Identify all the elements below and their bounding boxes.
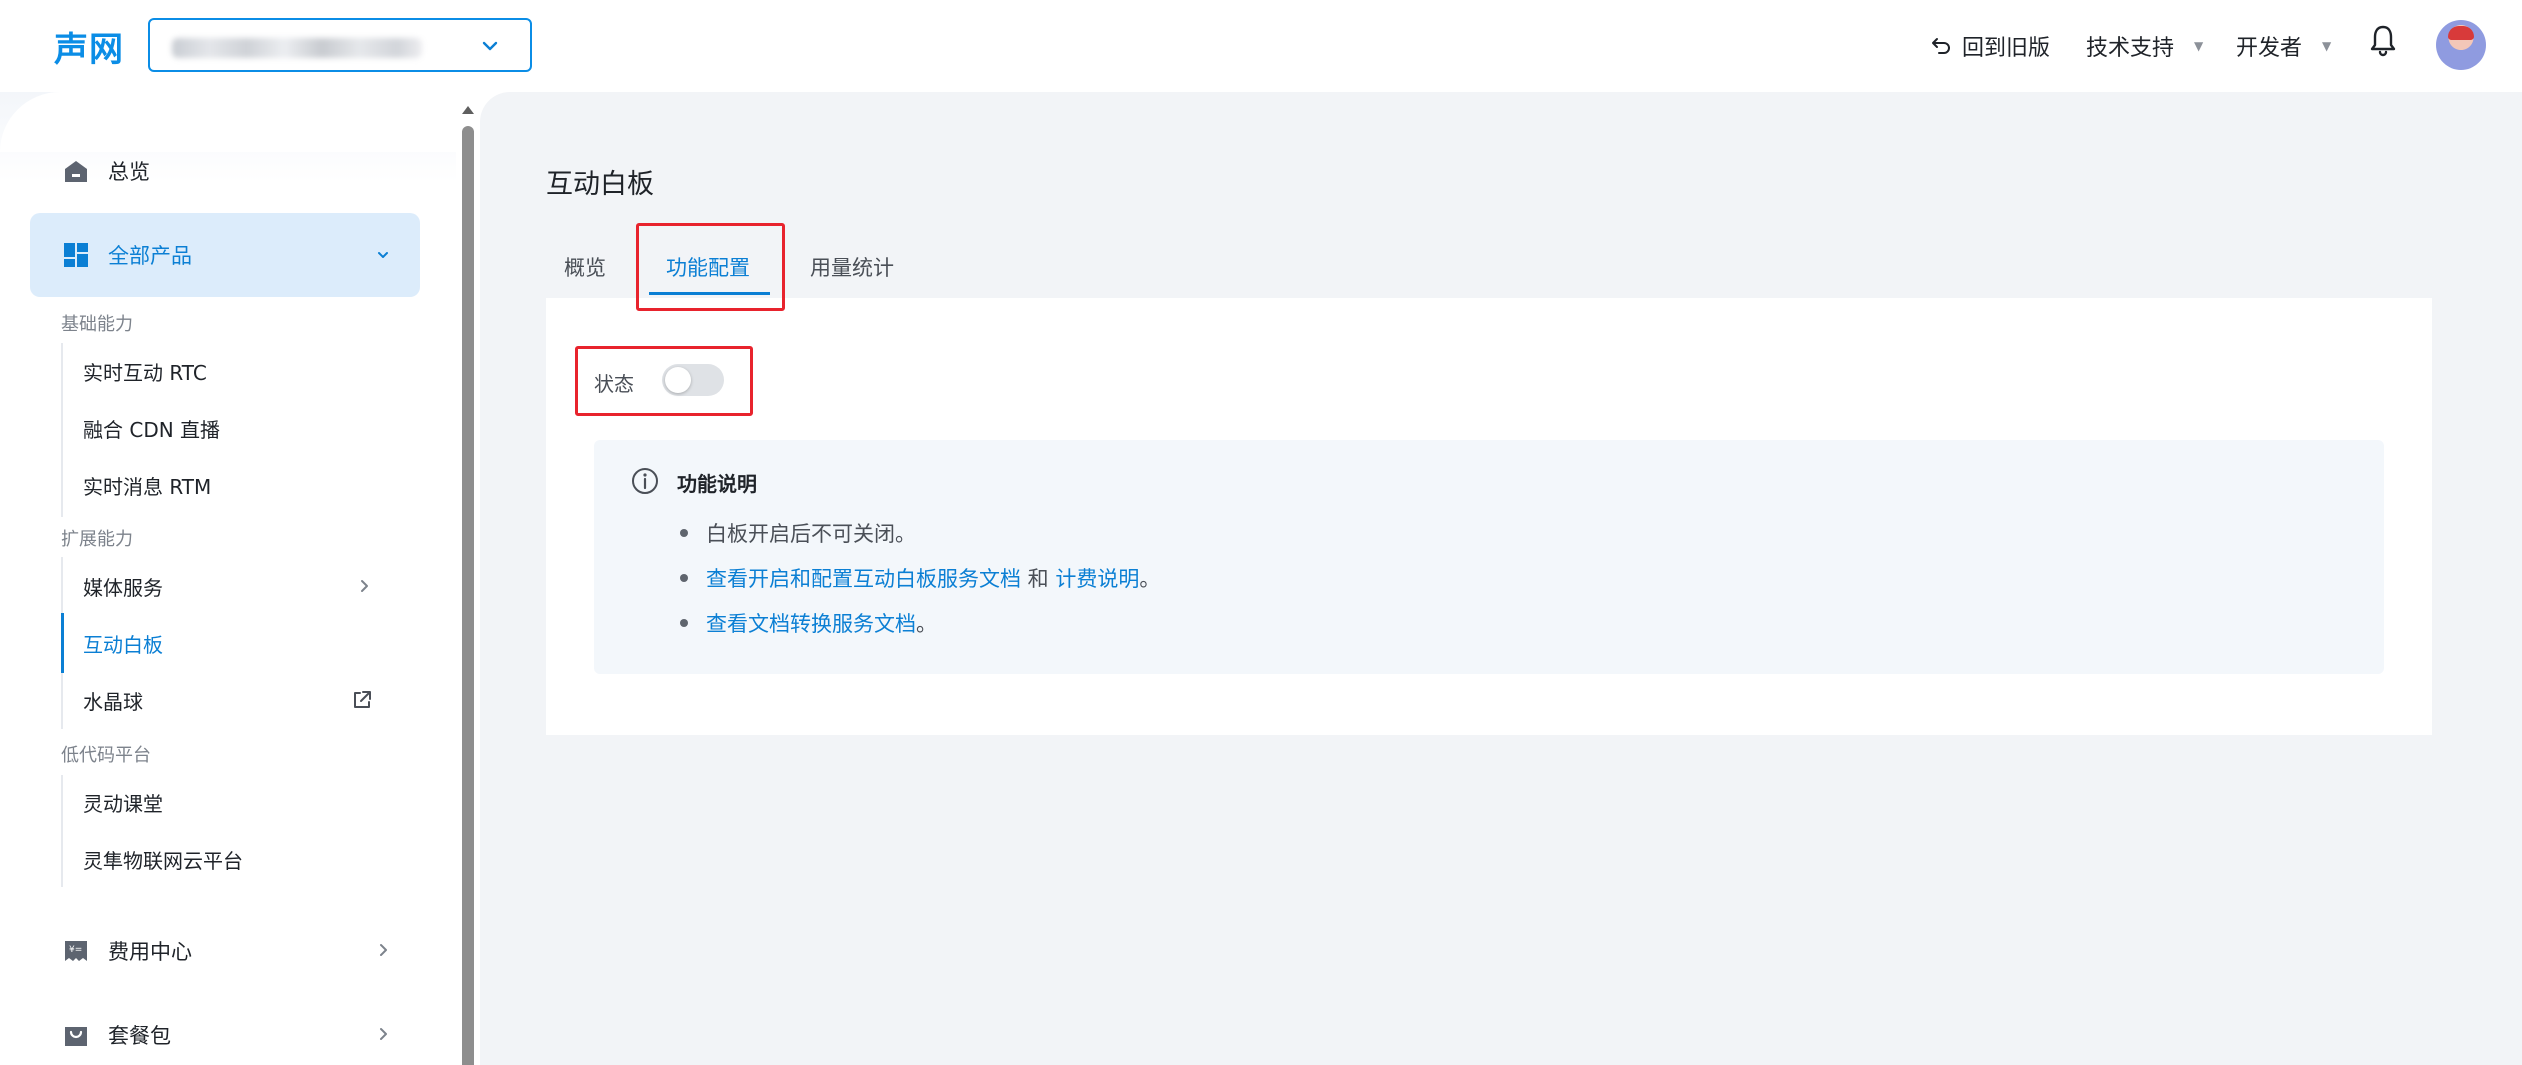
feature-description-box [594, 440, 2384, 674]
chevron-right-icon [380, 944, 387, 956]
status-toggle[interactable] [662, 364, 724, 396]
nav-packages-label: 套餐包 [108, 1024, 171, 1048]
caret-down-icon: ▼ [2322, 39, 2332, 53]
developer-label: 开发者 [2236, 36, 2303, 61]
tech-support-menu[interactable]: 技术支持 ▼ [2086, 30, 2203, 62]
bell-icon[interactable] [2368, 24, 2398, 58]
invoice-icon: ¥= [65, 941, 87, 961]
caret-down-icon: ▼ [2194, 39, 2204, 53]
nav-overview[interactable]: 总览 [30, 135, 420, 207]
feature-description-title: 功能说明 [677, 472, 757, 496]
page-title: 互动白板 [546, 169, 654, 200]
undo-icon [1932, 38, 1950, 54]
back-to-old-version-label: 回到旧版 [1962, 36, 2051, 61]
sidebar-item-iot-cloud[interactable]: 灵隼物联网云平台 [63, 834, 403, 884]
nav-billing-center[interactable]: ¥= 费用中心 [30, 915, 420, 987]
sidebar-item-cdn[interactable]: 融合 CDN 直播 [63, 403, 403, 453]
external-link-icon [354, 691, 371, 708]
bullet-dot [680, 574, 688, 582]
billing-doc-link[interactable]: 计费说明 [1055, 567, 1139, 591]
and-text: 和 [1021, 567, 1056, 591]
nav-all-products-label: 全部产品 [108, 244, 192, 268]
tab-usage-stats[interactable]: 用量统计 [810, 252, 894, 282]
group-title-basic: 基础能力 [61, 314, 133, 335]
bullet-dot [680, 529, 688, 537]
back-to-old-version-link[interactable]: 回到旧版 [1930, 30, 2050, 62]
sidebar-item-crystal-ball[interactable]: 水晶球 [63, 675, 403, 725]
sidebar-item-label: 媒体服务 [83, 575, 163, 600]
shopping-bag-icon [65, 1027, 87, 1046]
scroll-up-arrow-icon[interactable] [461, 104, 475, 116]
group-title-low-code: 低代码平台 [61, 745, 151, 766]
chevron-right-icon [361, 580, 368, 592]
status-label: 状态 [594, 372, 634, 396]
brand-logo[interactable]: 声网 [54, 22, 124, 71]
bullet-dot [680, 619, 688, 627]
sidebar-item-rtc[interactable]: 实时互动 RTC [63, 346, 403, 396]
developer-menu[interactable]: 开发者 ▼ [2236, 30, 2331, 62]
nav-overview-label: 总览 [108, 160, 150, 184]
toggle-knob [665, 367, 691, 393]
user-avatar[interactable] [2436, 20, 2486, 70]
sidebar-item-label: 水晶球 [83, 689, 143, 714]
whiteboard-config-doc-link[interactable]: 查看开启和配置互动白板服务文档 [706, 567, 1021, 591]
scrollbar-thumb[interactable] [462, 126, 474, 1065]
period-text: 。 [1139, 567, 1161, 591]
info-line-2: 查看开启和配置互动白板服务文档 和 计费说明。 [706, 563, 1160, 593]
avatar-hair [2448, 26, 2474, 40]
tech-support-label: 技术支持 [2086, 36, 2175, 61]
doc-conversion-link[interactable]: 查看文档转换服务文档 [706, 612, 916, 636]
group-title-extended: 扩展能力 [61, 529, 133, 550]
info-line-1: 白板开启后不可关闭。 [706, 522, 916, 546]
period-text: 。 [916, 612, 937, 636]
sidebar-item-rtm[interactable]: 实时消息 RTM [63, 460, 403, 510]
active-tab-indicator [649, 292, 770, 295]
nav-billing-center-label: 费用中心 [108, 940, 192, 964]
info-icon [632, 468, 658, 494]
info-line-3: 查看文档转换服务文档。 [706, 608, 937, 638]
nav-all-products[interactable]: 全部产品 [30, 213, 420, 297]
chevron-down-icon [378, 252, 388, 258]
tab-overview[interactable]: 概览 [564, 252, 606, 282]
top-bar: 声网 回到旧版 技术支持 ▼ 开发者 ▼ [0, 0, 2522, 92]
nav-packages[interactable]: 套餐包 [30, 999, 420, 1065]
sidebar-item-flexible-classroom[interactable]: 灵动课堂 [63, 777, 403, 827]
home-icon [65, 161, 87, 182]
sidebar-item-whiteboard[interactable]: 互动白板 [61, 613, 403, 673]
chevron-down-icon [482, 41, 498, 51]
blurred-project-name [172, 38, 422, 58]
project-selector[interactable] [148, 18, 532, 72]
chevron-right-icon [380, 1028, 387, 1040]
grid-icon [64, 243, 88, 267]
sidebar-item-media-services[interactable]: 媒体服务 [63, 561, 403, 611]
svg-text:¥=: ¥= [69, 945, 82, 955]
tab-feature-config[interactable]: 功能配置 [666, 252, 750, 282]
